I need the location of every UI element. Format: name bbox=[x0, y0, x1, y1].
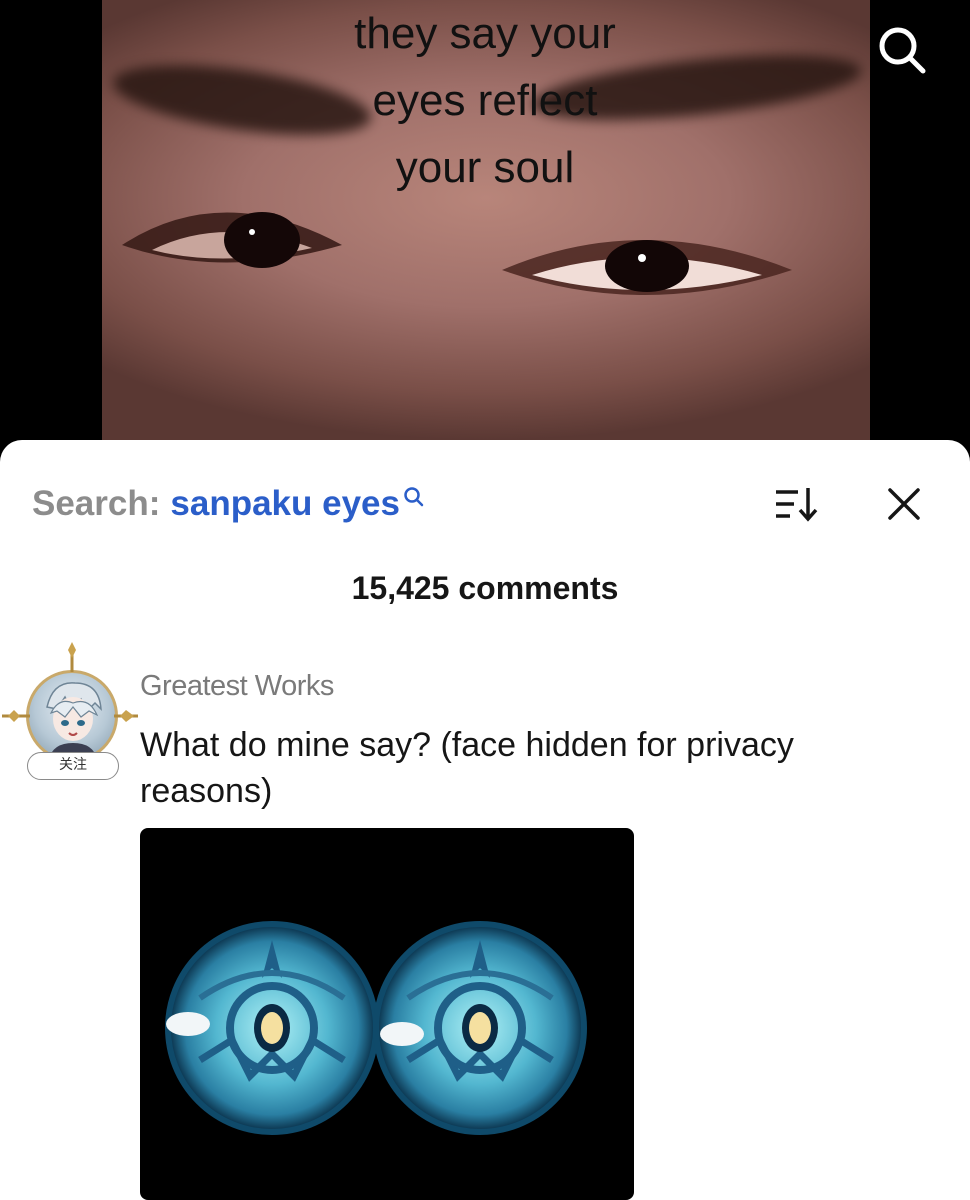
sort-button[interactable] bbox=[770, 480, 820, 528]
search-header[interactable]: Search: sanpaku eyes bbox=[32, 480, 425, 528]
sort-icon bbox=[776, 488, 818, 522]
glowing-eyes-image bbox=[165, 921, 587, 1135]
comment-count: 15,425 comments bbox=[351, 570, 619, 606]
video-caption: they say your eyes reflect your soul bbox=[0, 0, 970, 201]
search-label: Search: bbox=[32, 484, 161, 523]
video-player[interactable]: they say your eyes reflect your soul bbox=[0, 0, 970, 440]
close-icon bbox=[888, 488, 920, 520]
avatar[interactable] bbox=[26, 670, 118, 762]
search-icon bbox=[404, 487, 424, 507]
comment-username[interactable]: Greatest Works bbox=[140, 670, 334, 703]
search-icon bbox=[879, 27, 926, 74]
search-term-link[interactable]: sanpaku eyes bbox=[170, 484, 400, 524]
right-eye bbox=[502, 240, 792, 295]
left-orb bbox=[165, 921, 379, 1135]
comment-attached-image[interactable] bbox=[140, 828, 634, 1200]
comment-text: What do mine say? (face hidden for priva… bbox=[140, 726, 794, 810]
right-orb bbox=[373, 921, 587, 1135]
caption-line: they say your bbox=[354, 9, 616, 58]
close-button[interactable] bbox=[880, 480, 928, 528]
caption-line: eyes reflect bbox=[372, 76, 598, 125]
search-button[interactable] bbox=[870, 18, 934, 82]
caption-line: your soul bbox=[395, 143, 575, 192]
anime-avatar-image bbox=[46, 682, 102, 759]
comments-panel: Search: sanpaku eyes 15,425 comments 关注 … bbox=[0, 440, 970, 1200]
follow-button[interactable]: 关注 bbox=[27, 752, 119, 780]
comment-item: 关注 Greatest Works What do mine say? (fac… bbox=[0, 640, 970, 1200]
